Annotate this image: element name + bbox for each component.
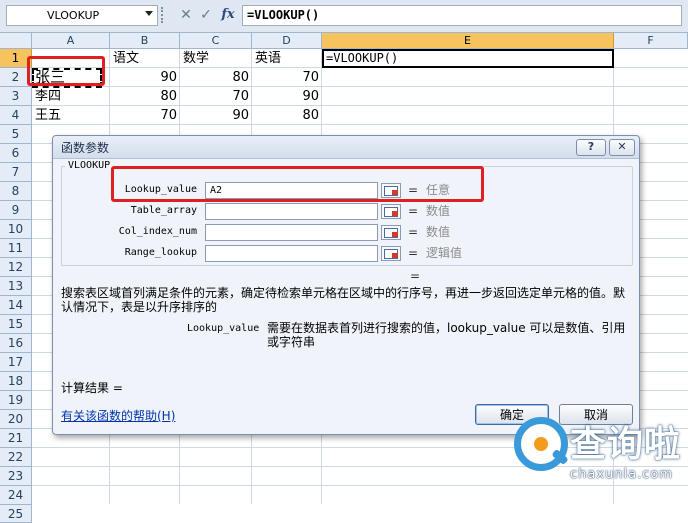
column-header-f[interactable]: F <box>614 33 688 48</box>
row-header[interactable]: 16 <box>0 334 32 353</box>
row-header[interactable]: 25 <box>0 505 32 523</box>
row-header[interactable]: 10 <box>0 220 32 239</box>
row-header[interactable]: 22 <box>0 448 32 467</box>
arg-label-range-lookup: Range_lookup <box>124 247 197 258</box>
site-watermark: 查询啦 chaxunla.com <box>510 413 688 504</box>
column-header-d[interactable]: D <box>252 33 322 48</box>
cell-a3[interactable]: 李四 <box>32 87 110 106</box>
row-header[interactable]: 8 <box>0 182 32 201</box>
formula-bar: VLOOKUP ✕ ✓ fx =VLOOKUP() <box>0 0 688 33</box>
column-header-row: A B C D E F <box>0 33 688 49</box>
function-help-link[interactable]: 有关该函数的帮助(H) <box>61 407 175 424</box>
close-button[interactable]: ✕ <box>609 139 635 156</box>
calculation-result: 计算结果 = <box>61 381 123 395</box>
arg-input-range-lookup[interactable] <box>205 245 378 262</box>
row-header[interactable]: 19 <box>0 391 32 410</box>
cell-d4[interactable]: 80 <box>252 106 322 125</box>
column-header-b[interactable]: B <box>110 33 180 48</box>
function-arguments-dialog: 函数参数 ? ✕ VLOOKUP Lookup_value A2 = 任意 Ta… <box>52 135 640 435</box>
watermark-text: 查询啦 <box>570 424 682 465</box>
select-all-corner[interactable] <box>0 33 32 48</box>
cell-c3[interactable]: 70 <box>180 87 252 106</box>
row-header[interactable]: 18 <box>0 372 32 391</box>
arg-equals: = <box>408 204 419 218</box>
cell-b3[interactable]: 80 <box>110 87 180 106</box>
column-header-a[interactable]: A <box>32 33 110 48</box>
row-header[interactable]: 23 <box>0 467 32 486</box>
cell-b2[interactable]: 90 <box>110 68 180 87</box>
row-header[interactable]: 15 <box>0 315 32 334</box>
arg-hint: 数值 <box>426 204 451 218</box>
confirm-entry-icon[interactable]: ✓ <box>199 7 213 23</box>
active-cell-e1[interactable]: =VLOOKUP() <box>322 49 614 68</box>
row-header[interactable]: 4 <box>0 106 32 125</box>
function-name-label: VLOOKUP <box>65 160 114 171</box>
cancel-entry-icon[interactable]: ✕ <box>179 7 193 23</box>
collapse-dialog-icon[interactable] <box>381 204 401 219</box>
watermark-url: chaxunla.com <box>570 467 673 482</box>
name-box[interactable]: VLOOKUP <box>6 5 158 26</box>
annotation-highlight-a2 <box>27 56 105 86</box>
cell-c2[interactable]: 80 <box>180 68 252 87</box>
arg-equals: = <box>408 246 419 260</box>
row-header[interactable]: 3 <box>0 87 32 106</box>
dialog-titlebar[interactable]: 函数参数 ? ✕ <box>53 136 639 159</box>
cell-d1[interactable]: 英语 <box>252 49 322 68</box>
chevron-down-icon[interactable] <box>145 11 153 16</box>
arg-label-table-array: Table_array <box>130 205 197 216</box>
row-header[interactable]: 5 <box>0 125 32 144</box>
collapse-dialog-icon[interactable] <box>381 246 401 261</box>
cell-c4[interactable]: 90 <box>180 106 252 125</box>
cell-d3[interactable]: 90 <box>252 87 322 106</box>
cell-c1[interactable]: 数学 <box>180 49 252 68</box>
row-header[interactable]: 7 <box>0 163 32 182</box>
row-header[interactable]: 17 <box>0 353 32 372</box>
column-header-e[interactable]: E <box>322 33 614 48</box>
arg-equals: = <box>408 225 419 239</box>
arg-label-col-index-num: Col_index_num <box>118 226 197 237</box>
help-button[interactable]: ? <box>576 139 606 156</box>
argument-description-text: 需要在数据表首列进行搜索的值，lookup_value 可以是数值、引用或字符串 <box>267 321 626 349</box>
row-header[interactable]: 12 <box>0 258 32 277</box>
arg-hint: 逻辑值 <box>426 246 463 260</box>
formula-bar-grip <box>161 7 173 23</box>
function-description: 搜索表区域首列满足条件的元素，确定待检索单元格在区域中的行序号，再进一步返回选定… <box>61 286 626 314</box>
arg-input-col-index-num[interactable] <box>205 224 378 241</box>
argument-description-name: Lookup_value <box>187 323 260 334</box>
collapse-dialog-icon[interactable] <box>381 225 401 240</box>
row-header[interactable]: 11 <box>0 239 32 258</box>
row-header[interactable]: 13 <box>0 277 32 296</box>
formula-result-equals: = <box>410 269 421 283</box>
row-header[interactable]: 9 <box>0 201 32 220</box>
column-header-c[interactable]: C <box>180 33 252 48</box>
arg-hint: 数值 <box>426 225 451 239</box>
insert-function-icon[interactable]: fx <box>218 6 238 24</box>
cell-b4[interactable]: 70 <box>110 106 180 125</box>
cell-d2[interactable]: 70 <box>252 68 322 87</box>
row-header[interactable]: 20 <box>0 410 32 429</box>
dialog-title: 函数参数 <box>61 141 110 155</box>
cell-a4[interactable]: 王五 <box>32 106 110 125</box>
row-header[interactable]: 21 <box>0 429 32 448</box>
annotation-highlight-lookup-value <box>111 166 484 202</box>
row-header[interactable]: 14 <box>0 296 32 315</box>
name-box-value: VLOOKUP <box>47 9 100 22</box>
formula-input[interactable]: =VLOOKUP() <box>242 5 682 26</box>
row-header[interactable]: 6 <box>0 144 32 163</box>
row-header[interactable]: 24 <box>0 486 32 505</box>
formula-text: =VLOOKUP() <box>247 8 320 22</box>
cell-b1[interactable]: 语文 <box>110 49 180 68</box>
arg-input-table-array[interactable] <box>205 203 378 220</box>
